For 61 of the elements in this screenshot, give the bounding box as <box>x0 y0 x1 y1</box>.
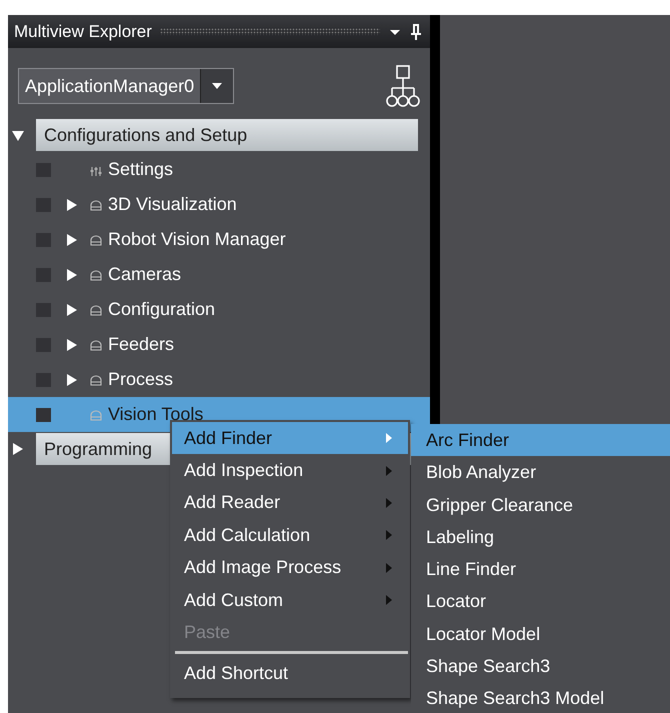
tree-item[interactable]: 3D Visualization <box>8 187 430 222</box>
tree-item-label: Feeders <box>108 334 174 355</box>
expand-arrow-icon[interactable] <box>66 198 78 212</box>
tree-item-label: Settings <box>108 159 174 180</box>
hierarchy-icon[interactable] <box>386 65 420 107</box>
menu-item[interactable]: Add Finder <box>172 422 408 454</box>
menu-item[interactable]: Arc Finder <box>411 424 670 456</box>
menu-item[interactable]: Shape Search3 Model <box>411 682 670 713</box>
expand-arrow-icon[interactable] <box>66 268 78 282</box>
expand-arrow-icon[interactable] <box>66 338 78 352</box>
status-square-icon <box>36 162 51 176</box>
tree-item[interactable]: Process <box>8 362 430 397</box>
menu-item[interactable]: Shape Search3 <box>411 650 670 682</box>
node-icon <box>90 268 102 280</box>
tree-item[interactable]: Feeders <box>8 327 430 362</box>
status-square-icon <box>36 372 51 386</box>
menu-item[interactable]: Gripper Clearance <box>411 488 670 521</box>
tree-item-label: 3D Visualization <box>108 194 237 215</box>
tree-group-header[interactable]: Configurations and Setup <box>36 119 418 151</box>
collapse-arrow-icon[interactable] <box>12 129 24 141</box>
tree-item[interactable]: Robot Vision Manager <box>8 222 430 257</box>
menu-item[interactable]: Add Custom <box>172 584 408 616</box>
expand-arrow-icon[interactable] <box>66 302 78 316</box>
grip-handle[interactable] <box>160 28 380 35</box>
node-icon <box>90 304 102 316</box>
tree-item-label: Configuration <box>108 299 216 320</box>
expand-arrow-icon[interactable] <box>66 372 78 386</box>
tree-item-label: Cameras <box>108 264 182 285</box>
menu-item[interactable]: Add Shortcut <box>172 658 408 690</box>
menu-item[interactable]: Add Calculation <box>172 519 408 552</box>
tree-item[interactable]: Cameras <box>8 257 430 292</box>
menu-item[interactable]: Add Image Process <box>172 552 408 584</box>
node-icon <box>90 198 102 210</box>
expand-arrow-icon[interactable] <box>66 232 78 246</box>
application-dropdown[interactable]: ApplicationManager0 <box>18 68 234 104</box>
caret-icon <box>211 82 224 90</box>
menu-item[interactable]: Line Finder <box>411 553 670 586</box>
tree-item[interactable]: Configuration <box>8 292 430 327</box>
tree-item[interactable]: Settings <box>8 152 430 187</box>
menu-item[interactable]: Locator <box>411 585 670 618</box>
node-icon <box>90 338 102 350</box>
status-square-icon <box>36 338 51 352</box>
menu-item[interactable]: Add Inspection <box>172 454 408 487</box>
status-square-icon <box>36 408 51 422</box>
status-square-icon <box>36 302 51 316</box>
pin-icon[interactable] <box>410 22 422 40</box>
menu-item[interactable]: Labeling <box>411 520 670 554</box>
status-square-icon <box>36 232 51 246</box>
node-icon <box>90 408 102 420</box>
tree-item-label: Robot Vision Manager <box>108 229 286 250</box>
tree-item-label: Process <box>108 369 174 390</box>
panel-title: Multiview Explorer <box>14 22 152 42</box>
expand-arrow-icon[interactable] <box>12 443 24 455</box>
node-icon <box>90 234 102 246</box>
menu-item[interactable]: Add Reader <box>172 486 408 520</box>
node-icon <box>90 374 102 386</box>
tree-item-label: Vision Tools <box>108 404 204 425</box>
status-square-icon <box>36 198 51 212</box>
menu-item[interactable]: Blob Analyzer <box>411 456 670 489</box>
menu-item[interactable]: Locator Model <box>411 618 670 650</box>
status-square-icon <box>36 268 51 282</box>
